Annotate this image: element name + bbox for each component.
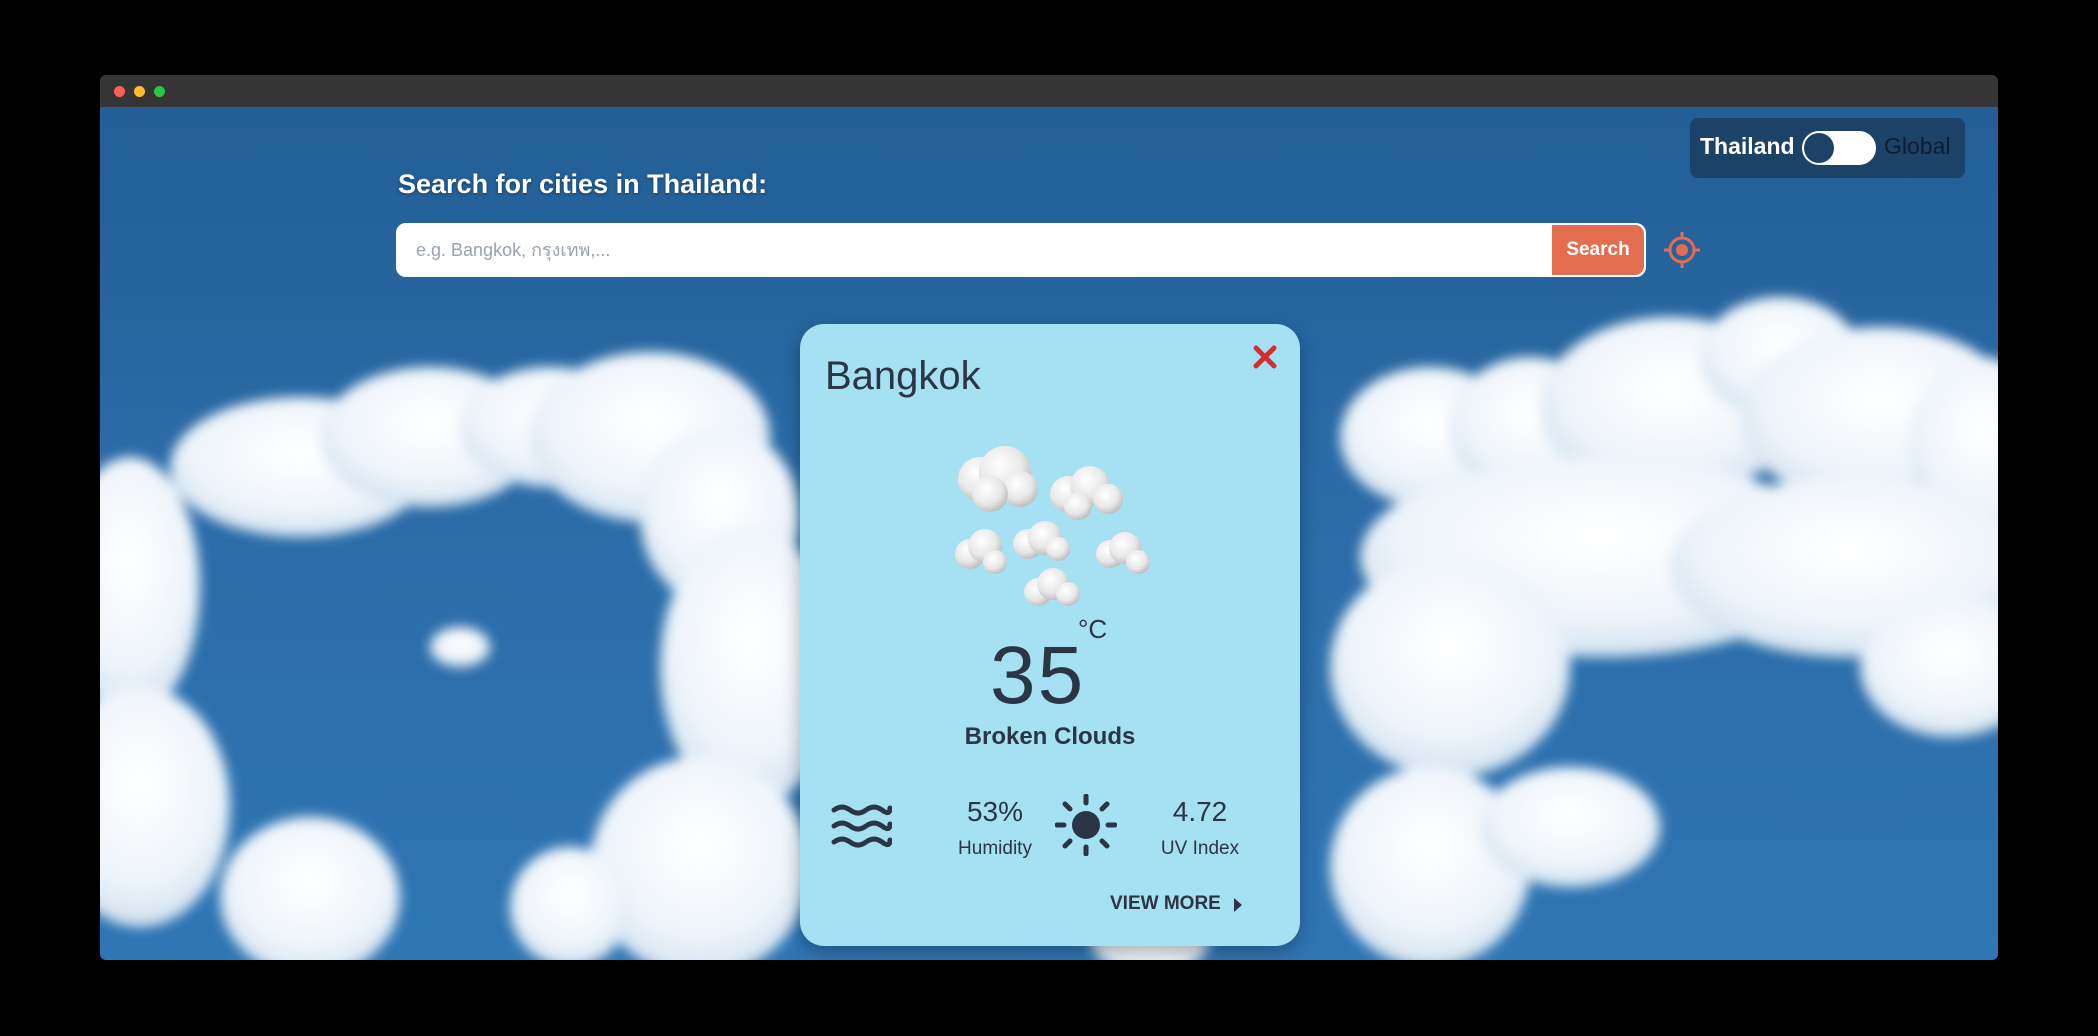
caret-right-icon[interactable] (1232, 897, 1244, 913)
sun-icon (1055, 794, 1117, 856)
temperature-value: 35 (990, 630, 1086, 721)
region-switch[interactable] (1800, 129, 1878, 167)
city-name: Bangkok (825, 354, 981, 398)
humidity-value: 53% (966, 796, 1024, 827)
search-bar: Search (396, 223, 1646, 277)
browser-window: Thailand Global Search for cities in Tha… (100, 75, 1998, 960)
view-more-link[interactable]: VIEW MORE (1110, 893, 1221, 915)
window-titlebar (100, 75, 1998, 107)
locate-icon[interactable] (1662, 230, 1702, 270)
humidity-wave-icon (831, 804, 892, 848)
toggle-label-global: Global (1884, 133, 1951, 159)
broken-clouds-icon (955, 446, 1150, 606)
temperature-unit: °C (1078, 614, 1108, 644)
uv-index-value: 4.72 (1172, 796, 1228, 827)
search-button[interactable]: Search (1552, 225, 1644, 275)
weather-card: Bangkok 35 °C Broken Clouds 53% Humidity… (800, 324, 1300, 946)
close-icon[interactable] (1250, 342, 1280, 372)
minimize-window-dot[interactable] (134, 86, 145, 97)
search-heading: Search for cities in Thailand: (398, 169, 768, 199)
switch-knob (1804, 133, 1834, 163)
maximize-window-dot[interactable] (154, 86, 165, 97)
toggle-label-thailand: Thailand (1700, 133, 1795, 159)
app-viewport: Thailand Global Search for cities in Tha… (100, 107, 1998, 960)
weather-description: Broken Clouds (964, 723, 1136, 750)
search-input[interactable] (396, 223, 1551, 277)
uv-index-label: UV Index (1160, 838, 1240, 859)
region-toggle[interactable]: Thailand Global (1690, 118, 1965, 178)
close-window-dot[interactable] (114, 86, 125, 97)
humidity-label: Humidity (958, 838, 1032, 859)
